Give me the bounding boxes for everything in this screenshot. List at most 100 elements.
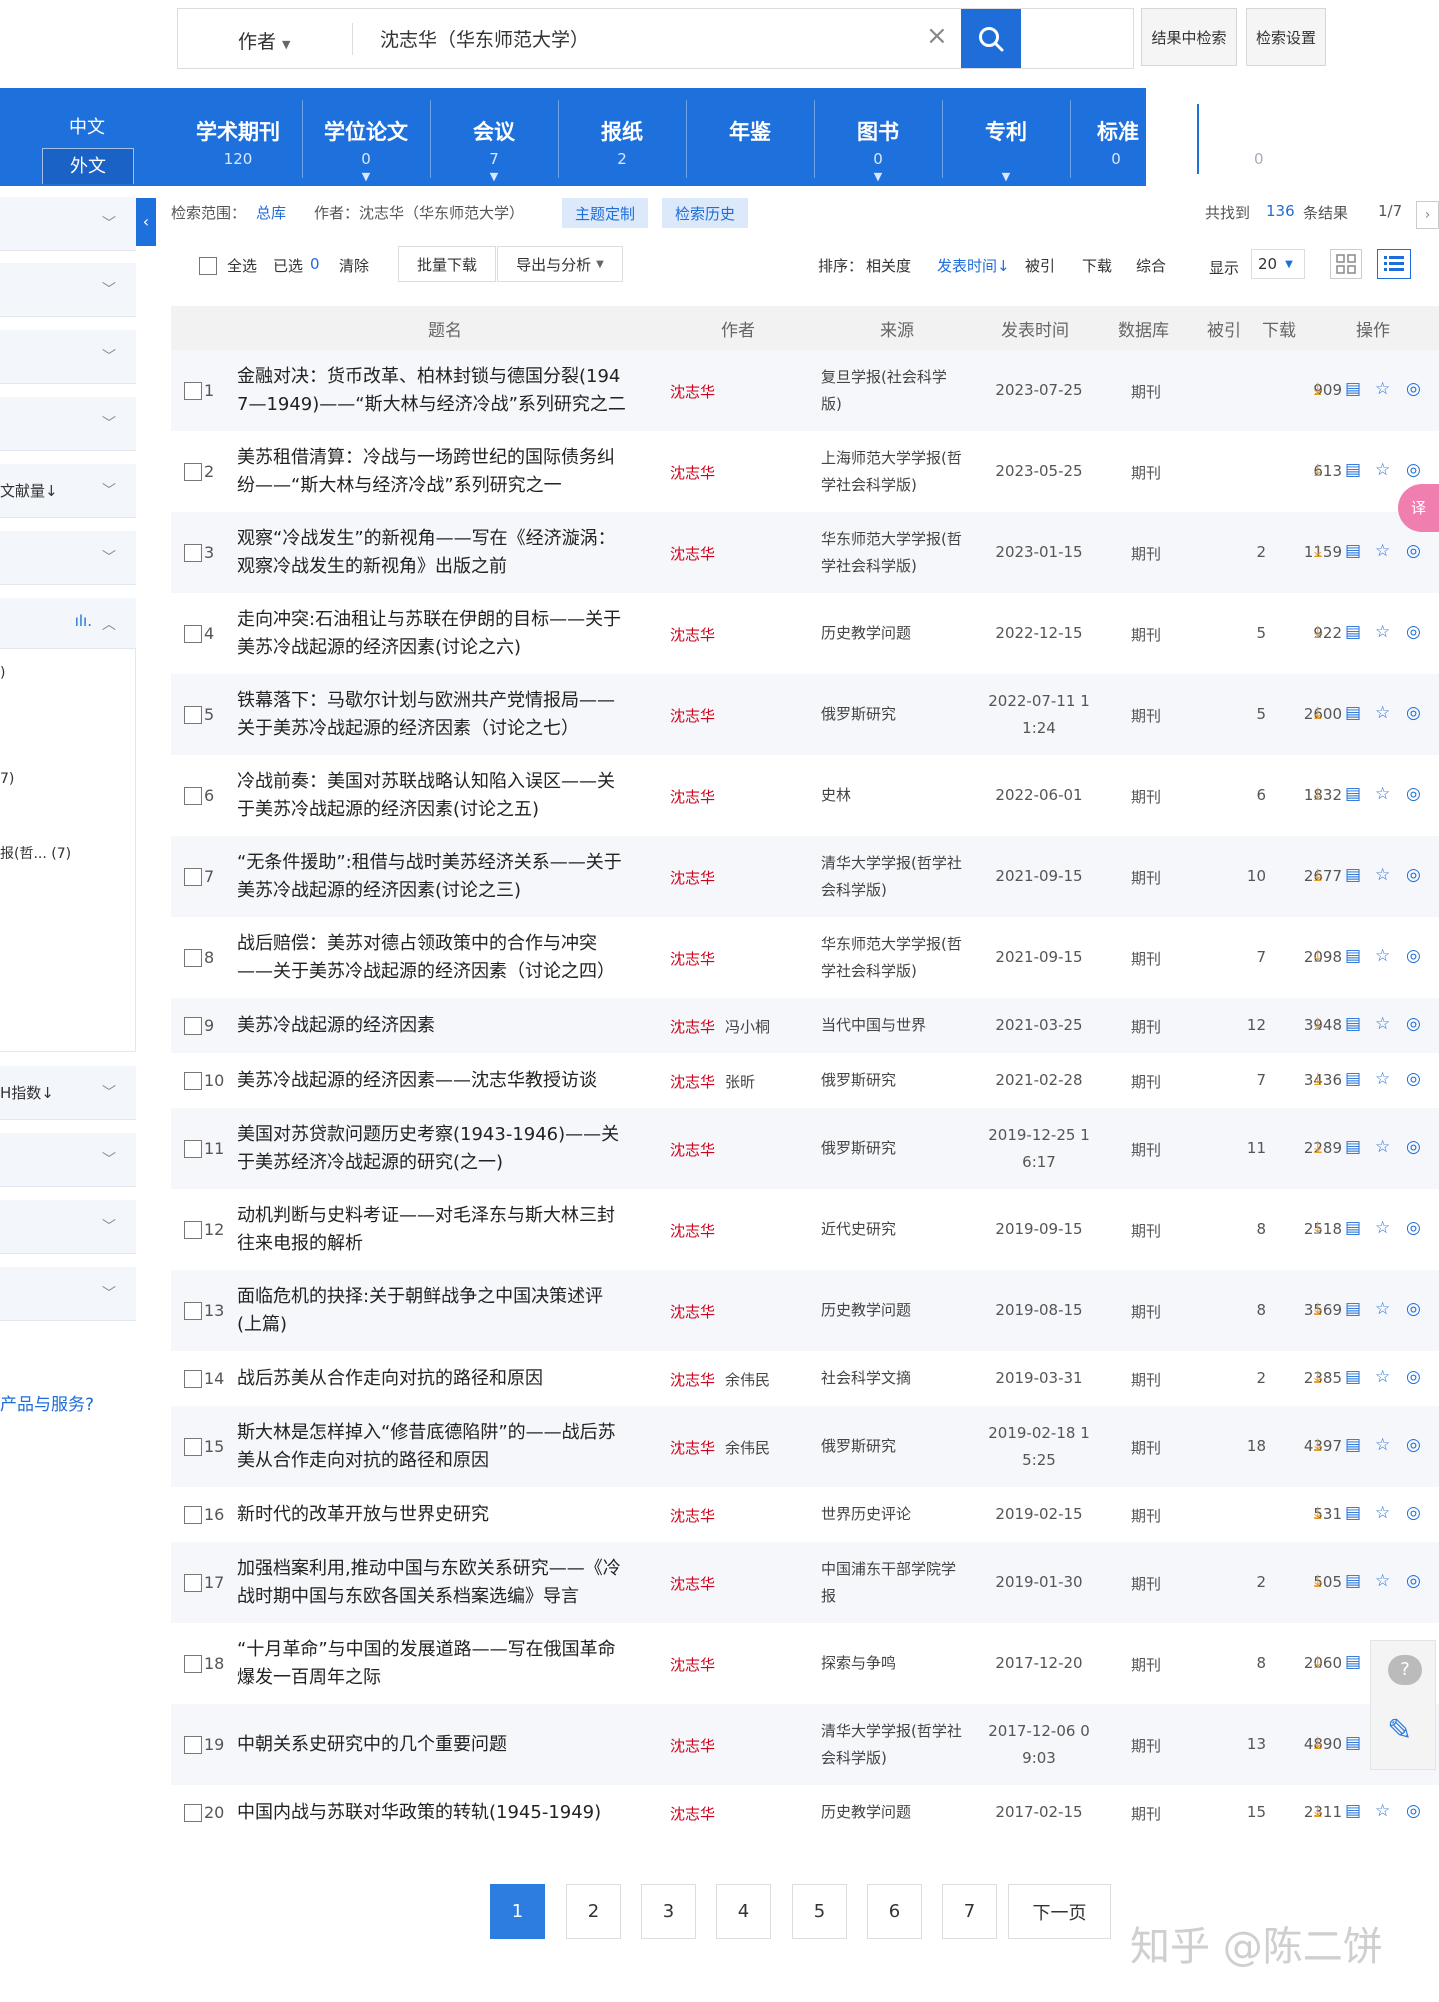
sidebar-panel-row[interactable]: 报(哲... (7) [0, 843, 71, 863]
row-source[interactable]: 历史教学问题 [821, 1799, 976, 1826]
tab-patents[interactable]: 专利 ▼ [942, 88, 1070, 186]
page-button[interactable]: 6 [867, 1884, 922, 1939]
row-title[interactable]: 爆发一百周年之际 [237, 1664, 657, 1692]
quote-icon[interactable]: ◎ [1406, 1069, 1421, 1089]
sidebar-item-expanded[interactable]: ılı. ︿ [0, 598, 136, 652]
row-source[interactable]: 学社会科学版) [821, 958, 976, 985]
row-checkbox[interactable] [184, 1071, 202, 1090]
export-analysis-button[interactable]: 导出与分析 ▼ [497, 246, 623, 282]
search-field-select[interactable]: 作者 ▼ [238, 27, 290, 54]
row-coauthor[interactable]: 张昕 [725, 1071, 755, 1092]
row-source[interactable]: 俄罗斯研究 [821, 1135, 976, 1162]
download-icon[interactable]: ⤓ [1314, 1299, 1322, 1319]
sort-relevance[interactable]: 相关度 [866, 255, 911, 276]
favorite-star-icon[interactable]: ☆ [1375, 784, 1390, 804]
row-coauthor[interactable]: 冯小桐 [725, 1016, 770, 1037]
html-read-icon[interactable]: ▤ [1345, 1435, 1361, 1455]
row-checkbox[interactable] [184, 867, 202, 886]
row-source[interactable]: 史林 [821, 782, 976, 809]
tab-chinese[interactable]: 中文 [42, 110, 132, 146]
html-read-icon[interactable]: ▤ [1345, 865, 1361, 885]
row-source[interactable]: 探索与争鸣 [821, 1650, 976, 1677]
close-icon[interactable]: × [926, 21, 948, 51]
row-checkbox[interactable] [184, 1505, 202, 1524]
row-title[interactable]: 关于美苏冷战起源的经济因素（讨论之七） [237, 715, 657, 743]
row-title[interactable]: 美国对苏贷款问题历史考察(1943-1946)——关 [237, 1121, 657, 1149]
row-source[interactable]: 社会科学文摘 [821, 1365, 976, 1392]
row-author[interactable]: 沈志华 [670, 867, 715, 888]
page-button[interactable]: 5 [792, 1884, 847, 1939]
download-icon[interactable]: ⤓ [1314, 1571, 1322, 1591]
html-read-icon[interactable]: ▤ [1345, 1137, 1361, 1157]
download-icon[interactable]: ⤓ [1314, 1652, 1322, 1672]
row-source[interactable]: 俄罗斯研究 [821, 1067, 976, 1094]
sidebar-item[interactable]: ﹀ [0, 397, 136, 451]
favorite-star-icon[interactable]: ☆ [1375, 1299, 1390, 1319]
clear-button[interactable]: 清除 [339, 255, 369, 276]
html-read-icon[interactable]: ▤ [1345, 703, 1361, 723]
html-read-icon[interactable]: ▤ [1345, 1571, 1361, 1591]
tab-yearbooks[interactable]: 年鉴 [686, 88, 814, 186]
search-button[interactable] [961, 9, 1021, 68]
quote-icon[interactable]: ◎ [1406, 1435, 1421, 1455]
html-read-icon[interactable]: ▤ [1345, 946, 1361, 966]
row-source[interactable]: 版) [821, 391, 976, 418]
download-icon[interactable]: ⤓ [1314, 1367, 1322, 1387]
favorite-star-icon[interactable]: ☆ [1375, 865, 1390, 885]
row-source[interactable]: 复旦学报(社会科学 [821, 364, 976, 391]
html-read-icon[interactable]: ▤ [1345, 1218, 1361, 1238]
row-checkbox[interactable] [184, 462, 202, 481]
download-icon[interactable]: ⤓ [1314, 1137, 1322, 1157]
html-read-icon[interactable]: ▤ [1345, 1503, 1361, 1523]
row-title[interactable]: 斯大林是怎样掉入“修昔底德陷阱”的——战后苏 [237, 1419, 657, 1447]
row-checkbox[interactable] [184, 1573, 202, 1592]
row-title[interactable]: 战后苏美从合作走向对抗的路径和原因 [237, 1365, 657, 1393]
html-read-icon[interactable]: ▤ [1345, 784, 1361, 804]
sidebar-item[interactable]: ﹀ [0, 330, 136, 384]
row-author[interactable]: 沈志华 [670, 1139, 715, 1160]
sort-cited[interactable]: 被引 [1025, 255, 1055, 276]
row-title[interactable]: 动机判断与史料考证——对毛泽东与斯大林三封 [237, 1202, 657, 1230]
html-read-icon[interactable]: ▤ [1345, 1069, 1361, 1089]
row-checkbox[interactable] [184, 543, 202, 562]
html-read-icon[interactable]: ▤ [1345, 541, 1361, 561]
sort-combined[interactable]: 综合 [1136, 255, 1166, 276]
favorite-star-icon[interactable]: ☆ [1375, 1571, 1390, 1591]
row-title[interactable]: 美从合作走向对抗的路径和原因 [237, 1447, 657, 1475]
list-view-icon[interactable] [1377, 249, 1411, 279]
row-title[interactable]: 中国内战与苏联对华政策的转轨(1945-1949) [237, 1799, 657, 1827]
theme-custom-button[interactable]: 主题定制 [562, 198, 648, 228]
row-coauthor[interactable]: 余伟民 [725, 1437, 770, 1458]
quote-icon[interactable]: ◎ [1406, 946, 1421, 966]
html-read-icon[interactable]: ▤ [1345, 460, 1361, 480]
row-coauthor[interactable]: 余伟民 [725, 1369, 770, 1390]
row-title[interactable]: “无条件援助”:租借与战时美苏经济关系——关于 [237, 849, 657, 877]
download-icon[interactable]: ⤓ [1314, 460, 1322, 480]
tab-journals[interactable]: 学术期刊 120 [174, 88, 302, 186]
search-history-button[interactable]: 检索历史 [662, 198, 748, 228]
row-title[interactable]: “十月革命”与中国的发展道路——写在俄国革命 [237, 1636, 657, 1664]
row-source[interactable]: 华东师范大学学报(哲 [821, 526, 976, 553]
row-checkbox[interactable] [184, 1301, 202, 1320]
row-title[interactable]: 金融对决：货币改革、柏林封锁与德国分裂(194 [237, 363, 657, 391]
sort-date[interactable]: 发表时间↓ [937, 255, 1010, 276]
tab-books[interactable]: 图书 0 ▼ [814, 88, 942, 186]
download-icon[interactable]: ⤓ [1314, 1014, 1322, 1034]
row-author[interactable]: 沈志华 [670, 1071, 715, 1092]
search-settings-button[interactable]: 检索设置 [1246, 8, 1326, 66]
page-size-select[interactable]: 20 ▼ [1251, 249, 1305, 279]
row-title[interactable]: 冷战前奏：美国对苏联战略认知陷入误区——关 [237, 768, 657, 796]
bar-chart-icon[interactable]: ılı. [75, 612, 92, 630]
html-read-icon[interactable]: ▤ [1345, 1367, 1361, 1387]
sidebar-item[interactable]: ﹀ [0, 263, 136, 317]
row-author[interactable]: 沈志华 [670, 1803, 715, 1824]
row-title[interactable]: 美苏冷战起源的经济因素(讨论之三) [237, 877, 657, 905]
row-title[interactable]: 美苏冷战起源的经济因素——沈志华教授访谈 [237, 1067, 657, 1095]
row-checkbox[interactable] [184, 1139, 202, 1158]
row-author[interactable]: 沈志华 [670, 1654, 715, 1675]
row-title[interactable]: 于美苏冷战起源的经济因素(讨论之五) [237, 796, 657, 824]
row-title[interactable]: 战后赔偿：美苏对德占领政策中的合作与冲突 [237, 930, 657, 958]
row-title[interactable]: 战时期中国与东欧各国关系档案选编》导言 [237, 1583, 657, 1611]
tab-newspapers[interactable]: 报纸 2 [558, 88, 686, 186]
favorite-star-icon[interactable]: ☆ [1375, 1435, 1390, 1455]
